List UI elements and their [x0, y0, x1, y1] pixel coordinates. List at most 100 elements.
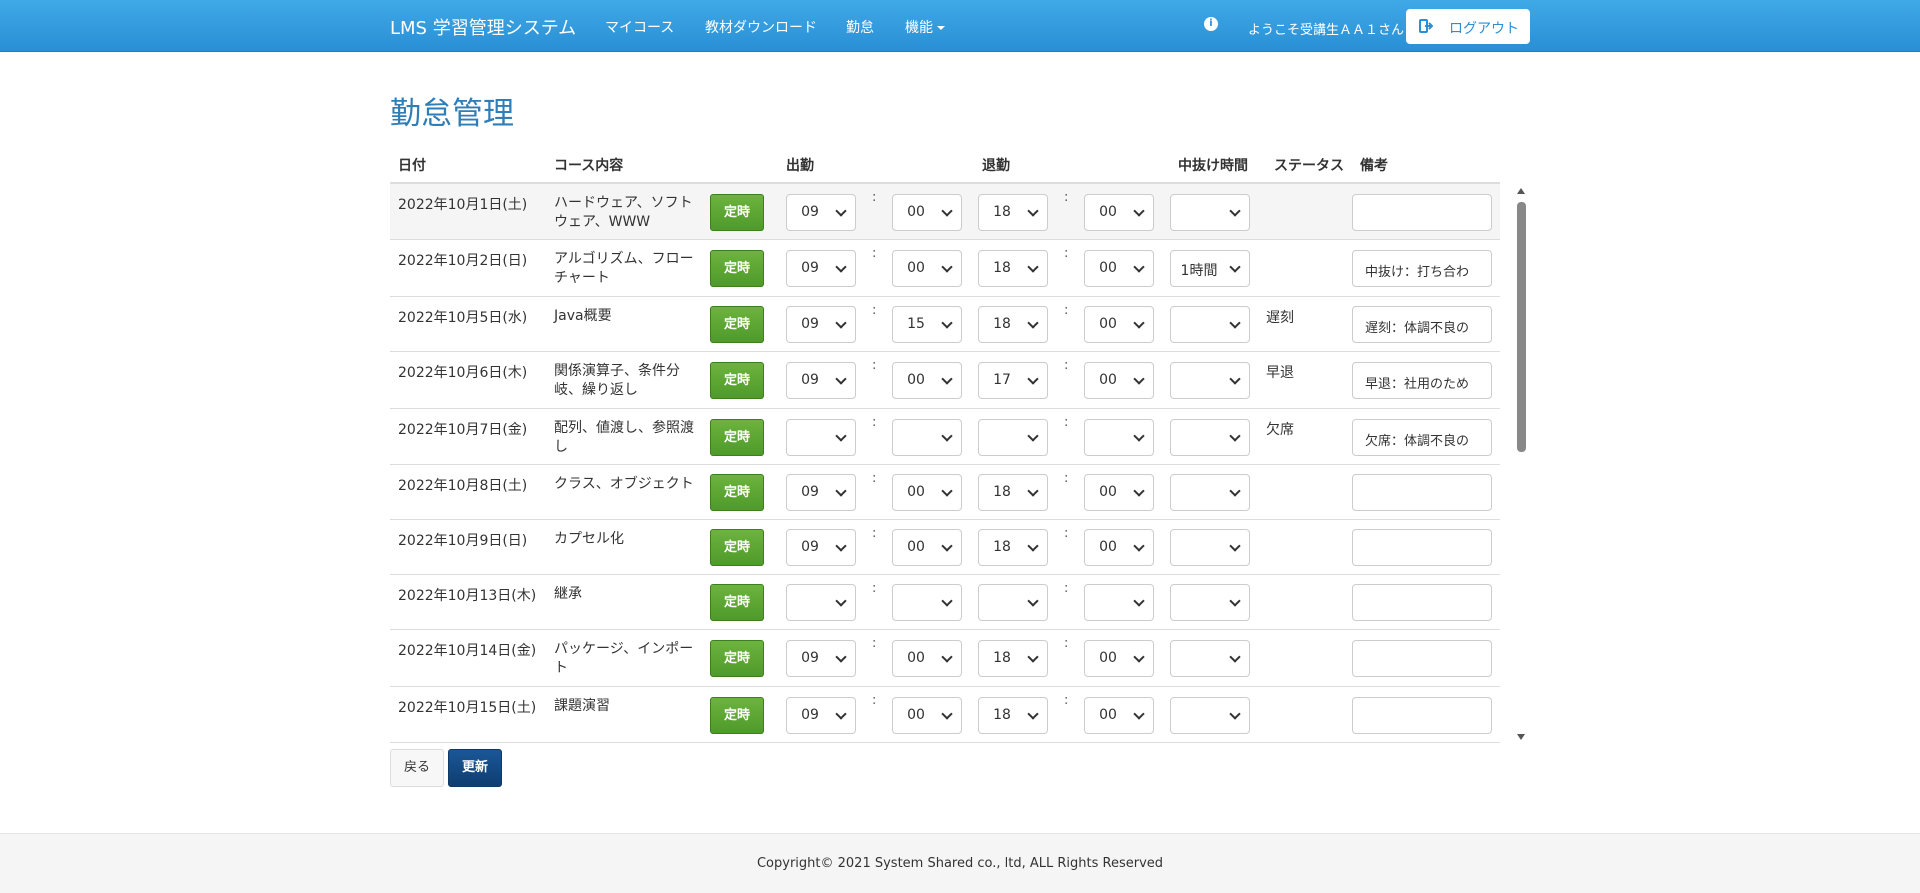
- table-row: 2022年10月5日(水) Java概要 定時 09: 15 18: 00 遅刻 遅刻：体調不良…: [390, 297, 1500, 352]
- chevron-down-icon: [1027, 317, 1039, 329]
- end-minute-select[interactable]: 00: [1084, 640, 1154, 677]
- note-input[interactable]: 中抜け：打ち合わ: [1352, 250, 1492, 287]
- end-hour-select[interactable]: 18: [978, 640, 1048, 677]
- end-minute-select[interactable]: 00: [1084, 529, 1154, 566]
- start-hour-select[interactable]: 09: [786, 362, 856, 399]
- start-hour-select[interactable]: 09: [786, 194, 856, 231]
- scroll-down-icon[interactable]: [1517, 734, 1525, 740]
- end-minute-select[interactable]: 00: [1084, 306, 1154, 343]
- fixed-time-button[interactable]: 定時: [710, 640, 764, 677]
- fixed-time-button[interactable]: 定時: [710, 419, 764, 456]
- break-time-select[interactable]: [1170, 194, 1250, 231]
- start-minute-select[interactable]: 00: [892, 474, 962, 511]
- break-time-select[interactable]: [1170, 362, 1250, 399]
- note-input[interactable]: [1352, 194, 1492, 231]
- start-minute-select[interactable]: 00: [892, 640, 962, 677]
- end-hour-select[interactable]: 17: [978, 362, 1048, 399]
- fixed-time-button[interactable]: 定時: [710, 474, 764, 511]
- start-minute-select[interactable]: [892, 419, 962, 456]
- end-hour-select[interactable]: 18: [978, 194, 1048, 231]
- start-hour-select[interactable]: 09: [786, 640, 856, 677]
- end-hour-select[interactable]: 18: [978, 529, 1048, 566]
- note-input[interactable]: [1352, 529, 1492, 566]
- end-minute-select[interactable]: [1084, 419, 1154, 456]
- break-time-select[interactable]: 1時間: [1170, 250, 1250, 287]
- end-minute-select[interactable]: 00: [1084, 250, 1154, 287]
- back-button[interactable]: 戻る: [390, 749, 444, 787]
- chevron-down-icon: [1229, 317, 1241, 329]
- nav-my-course[interactable]: マイコース: [605, 17, 674, 37]
- end-minute-select[interactable]: [1084, 584, 1154, 621]
- end-hour-select[interactable]: 18: [978, 474, 1048, 511]
- start-hour-select[interactable]: 09: [786, 306, 856, 343]
- start-minute-select[interactable]: [892, 584, 962, 621]
- table-scrollbar[interactable]: [1514, 184, 1528, 744]
- nav-function-menu[interactable]: 機能: [905, 17, 945, 37]
- start-minute-select[interactable]: 00: [892, 697, 962, 734]
- logout-button[interactable]: ログアウト: [1406, 9, 1530, 44]
- nav-material-download[interactable]: 教材ダウンロード: [705, 17, 817, 37]
- end-hour-select[interactable]: [978, 584, 1048, 621]
- note-input[interactable]: 早退：社用のため: [1352, 362, 1492, 399]
- break-time-select[interactable]: [1170, 640, 1250, 677]
- start-hour-select[interactable]: 09: [786, 529, 856, 566]
- start-minute-select[interactable]: 00: [892, 362, 962, 399]
- fixed-time-button[interactable]: 定時: [710, 250, 764, 287]
- fixed-time-button[interactable]: 定時: [710, 362, 764, 399]
- end-hour-select[interactable]: 18: [978, 697, 1048, 734]
- update-button[interactable]: 更新: [448, 749, 502, 787]
- start-minute-select[interactable]: 00: [892, 250, 962, 287]
- fixed-time-button[interactable]: 定時: [710, 697, 764, 734]
- fixed-time-button[interactable]: 定時: [710, 306, 764, 343]
- function-menu-label: 機能: [905, 20, 933, 36]
- nav-attendance[interactable]: 勤怠: [846, 17, 874, 37]
- time-colon: :: [872, 471, 877, 486]
- end-minute-select[interactable]: 00: [1084, 474, 1154, 511]
- start-hour-select[interactable]: [786, 584, 856, 621]
- fixed-time-button[interactable]: 定時: [710, 529, 764, 566]
- start-minute-select[interactable]: 00: [892, 194, 962, 231]
- table-row: 2022年10月2日(日) アルゴリズム、フローチャート 定時 09: 00 18: 00 1…: [390, 240, 1500, 297]
- break-time-select[interactable]: [1170, 474, 1250, 511]
- break-time-select[interactable]: [1170, 419, 1250, 456]
- note-input[interactable]: [1352, 474, 1492, 511]
- start-hour-select[interactable]: [786, 419, 856, 456]
- break-time-select[interactable]: [1170, 306, 1250, 343]
- note-input[interactable]: [1352, 584, 1492, 621]
- start-hour-select[interactable]: 09: [786, 697, 856, 734]
- chevron-down-icon: [1027, 595, 1039, 607]
- note-input[interactable]: 欠席：体調不良の: [1352, 419, 1492, 456]
- page-title: 勤怠管理: [390, 96, 514, 132]
- break-time-select[interactable]: [1170, 529, 1250, 566]
- note-input[interactable]: [1352, 640, 1492, 677]
- start-minute-select[interactable]: 00: [892, 529, 962, 566]
- end-minute-select[interactable]: 00: [1084, 362, 1154, 399]
- row-date: 2022年10月6日(木): [398, 365, 528, 381]
- row-date: 2022年10月8日(土): [398, 478, 528, 494]
- chevron-down-icon: [1027, 708, 1039, 720]
- start-hour-select-value: 09: [801, 484, 819, 500]
- attendance-table[interactable]: 2022年10月1日(土) ハードウェア、ソフトウェア、WWW 定時 09: 00 18:…: [390, 184, 1500, 744]
- brand-link[interactable]: LMS 学習管理システム: [390, 14, 576, 40]
- table-row: 2022年10月7日(金) 配列、値渡し、参照渡し 定時:: 欠席 欠席：体調不良の: [390, 409, 1500, 465]
- fixed-time-button[interactable]: 定時: [710, 194, 764, 231]
- end-minute-select-value: 00: [1099, 204, 1117, 220]
- fixed-time-button[interactable]: 定時: [710, 584, 764, 621]
- end-minute-select[interactable]: 00: [1084, 697, 1154, 734]
- start-hour-select[interactable]: 09: [786, 250, 856, 287]
- end-hour-select[interactable]: [978, 419, 1048, 456]
- break-time-select[interactable]: [1170, 584, 1250, 621]
- scroll-up-icon[interactable]: [1517, 188, 1525, 194]
- end-minute-select[interactable]: 00: [1084, 194, 1154, 231]
- start-hour-select[interactable]: 09: [786, 474, 856, 511]
- break-time-select[interactable]: [1170, 697, 1250, 734]
- note-input[interactable]: [1352, 697, 1492, 734]
- chevron-down-icon: [1133, 651, 1145, 663]
- info-icon[interactable]: i: [1204, 17, 1218, 31]
- end-hour-select[interactable]: 18: [978, 306, 1048, 343]
- end-hour-select-value: 18: [993, 650, 1011, 666]
- end-hour-select[interactable]: 18: [978, 250, 1048, 287]
- note-input[interactable]: 遅刻：体調不良の: [1352, 306, 1492, 343]
- start-minute-select[interactable]: 15: [892, 306, 962, 343]
- scroll-thumb[interactable]: [1517, 202, 1526, 452]
